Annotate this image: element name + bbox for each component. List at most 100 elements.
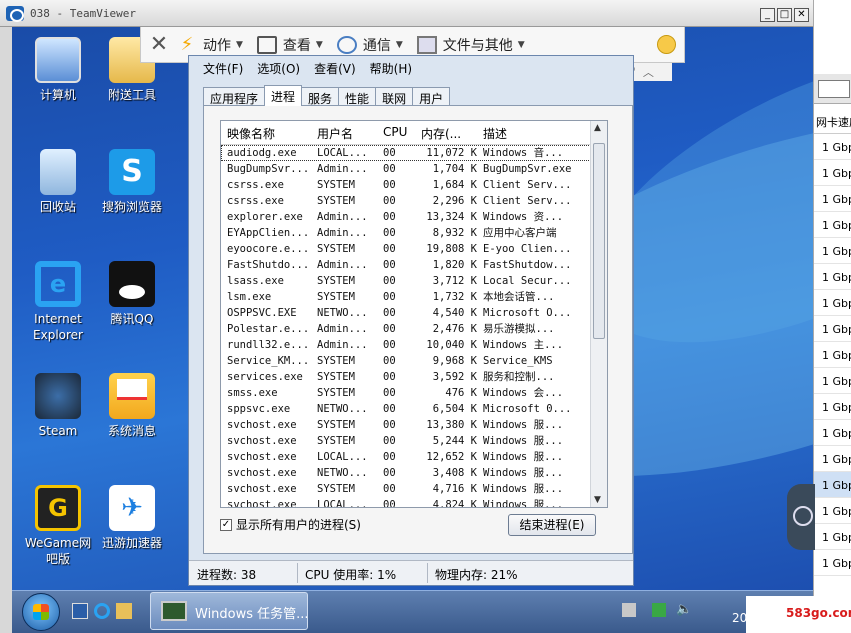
maximize-button[interactable]: □ (777, 8, 792, 22)
column-header-memory[interactable]: 内存(... (421, 125, 477, 141)
process-memory: 3,712 K (432, 275, 477, 287)
desktop-icon-system-message[interactable]: 系统消息 (94, 373, 170, 439)
list-item[interactable]: 1 Gbp (814, 264, 851, 290)
desktop-icon-steam[interactable]: Steam (20, 373, 96, 439)
table-row[interactable]: FastShutdo... Admin... 00 1,820 K FastShutdo… (221, 257, 591, 273)
process-memory: 4,824 K (432, 499, 477, 508)
close-button[interactable]: ✕ (794, 8, 809, 22)
toolbar-actions-menu[interactable]: ⚡ 动作 ▼ (177, 35, 243, 55)
toolbar-communicate-menu[interactable]: 通信 ▼ (336, 35, 403, 55)
list-item[interactable]: 1 Gbp (814, 472, 851, 498)
tab-services[interactable]: 服务 (301, 87, 340, 106)
table-row[interactable]: eyoocore.e... SYSTEM 00 19,808 K E-yoo Clien… (221, 241, 591, 257)
column-header-image-name[interactable]: 映像名称 (227, 125, 313, 141)
list-item[interactable]: 1 Gbp (814, 498, 851, 524)
menu-options[interactable]: 选项(O) (257, 60, 300, 78)
column-header-user-name[interactable]: 用户名 (317, 125, 379, 141)
background-window[interactable]: 网卡速度 1 Gbp1 Gbp1 Gbp1 Gbp1 Gbp1 Gbp1 Gbp… (813, 0, 851, 633)
menu-view[interactable]: 查看(V) (314, 60, 356, 78)
list-item[interactable]: 1 Gbp (814, 186, 851, 212)
list-item[interactable]: 1 Gbp (814, 342, 851, 368)
table-row[interactable]: svchost.exe SYSTEM 00 13,380 K Windows 服... (221, 417, 591, 433)
volume-icon[interactable]: 🔈 (676, 603, 692, 617)
table-row[interactable]: svchost.exe LOCAL... 00 12,652 K Windows 服..… (221, 449, 591, 465)
list-item[interactable]: 1 Gbp (814, 394, 851, 420)
explorer-quicklaunch-icon[interactable] (116, 603, 132, 619)
process-image-name: svchost.exe (227, 435, 297, 447)
table-row[interactable]: Polestar.e... Admin... 00 2,476 K 易乐游模拟... (221, 321, 591, 337)
list-item[interactable]: 1 Gbp (814, 238, 851, 264)
table-row[interactable]: Service_KM... SYSTEM 00 9,968 K Service_KMS (221, 353, 591, 369)
list-item[interactable]: 1 Gbp (814, 160, 851, 186)
column-header-cpu[interactable]: CPU (383, 125, 413, 141)
ie-quicklaunch-icon[interactable] (94, 603, 110, 619)
column-header-description[interactable]: 描述 (483, 125, 585, 141)
desktop-icon-sogou[interactable]: S 搜狗浏览器 (94, 149, 170, 215)
table-row[interactable]: csrss.exe SYSTEM 00 2,296 K Client Serv... (221, 193, 591, 209)
list-item[interactable]: 1 Gbp (814, 550, 851, 576)
feedback-smiley-icon[interactable] (657, 35, 676, 54)
start-button[interactable] (22, 593, 60, 631)
list-item[interactable]: 1 Gbp (814, 524, 851, 550)
list-item[interactable]: 1 Gbp (814, 134, 851, 160)
tab-networking[interactable]: 联网 (375, 87, 414, 106)
list-item[interactable]: 1 Gbp (814, 420, 851, 446)
clock[interactable]: 20 (732, 611, 747, 625)
table-row[interactable]: services.exe SYSTEM 00 3,592 K 服务和控制... (221, 369, 591, 385)
desktop-icon-wegame[interactable]: G WeGame网 吧版 (20, 485, 96, 567)
toolbar-files-menu[interactable]: 文件与其他 ▼ (416, 35, 525, 55)
table-row[interactable]: lsass.exe SYSTEM 00 3,712 K Local Secur... (221, 273, 591, 289)
tab-processes[interactable]: 进程 (264, 85, 303, 106)
table-row[interactable]: svchost.exe NETWO... 00 3,408 K Windows 服... (221, 465, 591, 481)
scrollbar-thumb[interactable] (593, 143, 605, 339)
column-header-nic-speed[interactable]: 网卡速度 (814, 108, 851, 134)
table-row[interactable]: sppsvc.exe NETWO... 00 6,504 K Microsoft 0..… (221, 401, 591, 417)
taskbar-task-manager-button[interactable]: Windows 任务管... (150, 592, 308, 630)
scroll-up-icon[interactable]: ▲ (594, 123, 601, 133)
keyboard-icon[interactable] (622, 603, 636, 617)
process-list[interactable]: 映像名称 用户名 CPU 内存(... 描述 audiodg.exe LOCAL.… (220, 120, 608, 508)
menu-help[interactable]: 帮助(H) (370, 60, 412, 78)
show-desktop-icon[interactable] (72, 603, 88, 619)
desktop-icon-recycle-bin[interactable]: 回收站 (20, 149, 96, 215)
table-row[interactable]: lsm.exe SYSTEM 00 1,732 K 本地会话管... (221, 289, 591, 305)
table-row[interactable]: EYAppClien... Admin... 00 8,932 K 应用中心客户端 (221, 225, 591, 241)
process-description: Service_KMS (483, 355, 553, 367)
table-row[interactable]: smss.exe SYSTEM 00 476 K Windows 会... (221, 385, 591, 401)
tab-performance[interactable]: 性能 (338, 87, 377, 106)
desktop-icon-computer[interactable]: 计算机 (20, 37, 96, 103)
table-row[interactable]: OSPPSVC.EXE NETWO... 00 4,540 K Microsoft O.… (221, 305, 591, 321)
background-window-input[interactable] (818, 80, 850, 98)
minimize-button[interactable]: _ (760, 8, 775, 22)
process-list-scrollbar[interactable]: ▲ ▼ (590, 121, 607, 507)
table-row[interactable]: BugDumpSvr... Admin... 00 1,704 K BugDumpSvr… (221, 161, 591, 177)
list-item[interactable]: 1 Gbp (814, 212, 851, 238)
table-row[interactable]: explorer.exe Admin... 00 13,324 K Windows 资.… (221, 209, 591, 225)
tab-users[interactable]: 用户 (412, 87, 451, 106)
desktop-icon-qq[interactable]: 腾讯QQ (94, 261, 170, 327)
show-all-users-option[interactable]: ✓ 显示所有用户的进程(S) (220, 516, 361, 533)
desktop-icon-xunyou[interactable]: ✈ 迅游加速器 (94, 485, 170, 551)
menu-file[interactable]: 文件(F) (203, 60, 243, 78)
process-memory: 11,072 K (426, 147, 477, 159)
table-row[interactable]: svchost.exe SYSTEM 00 5,244 K Windows 服... (221, 433, 591, 449)
table-row[interactable]: csrss.exe SYSTEM 00 1,684 K Client Serv... (221, 177, 591, 193)
toolbar-view-menu[interactable]: 查看 ▼ (256, 35, 323, 55)
network-icon[interactable] (652, 603, 666, 617)
show-all-users-checkbox[interactable]: ✓ (220, 518, 232, 531)
list-item[interactable]: 1 Gbp (814, 316, 851, 342)
table-row[interactable]: svchost.exe LOCAL... 00 4,824 K Windows 服... (221, 497, 591, 508)
list-item[interactable]: 1 Gbp (814, 446, 851, 472)
end-process-button[interactable]: 结束进程(E) (508, 514, 596, 536)
scroll-down-icon[interactable]: ▼ (594, 495, 601, 505)
table-row[interactable]: svchost.exe SYSTEM 00 4,716 K Windows 服... (221, 481, 591, 497)
teamviewer-side-panel-handle[interactable] (787, 484, 815, 550)
list-item[interactable]: 1 Gbp (814, 290, 851, 316)
list-item[interactable]: 1 Gbp (814, 368, 851, 394)
desktop-icon-ie[interactable]: e Internet Explorer (20, 261, 96, 343)
table-row[interactable]: audiodg.exe LOCAL... 00 11,072 K Windows 音..… (221, 145, 591, 161)
table-row[interactable]: rundll32.e... Admin... 00 10,040 K Windows 主… (221, 337, 591, 353)
close-session-icon[interactable]: ✕ (141, 32, 177, 57)
collapse-toolbar-icon[interactable]: ︿ (643, 64, 654, 80)
tab-applications[interactable]: 应用程序 (203, 87, 266, 106)
